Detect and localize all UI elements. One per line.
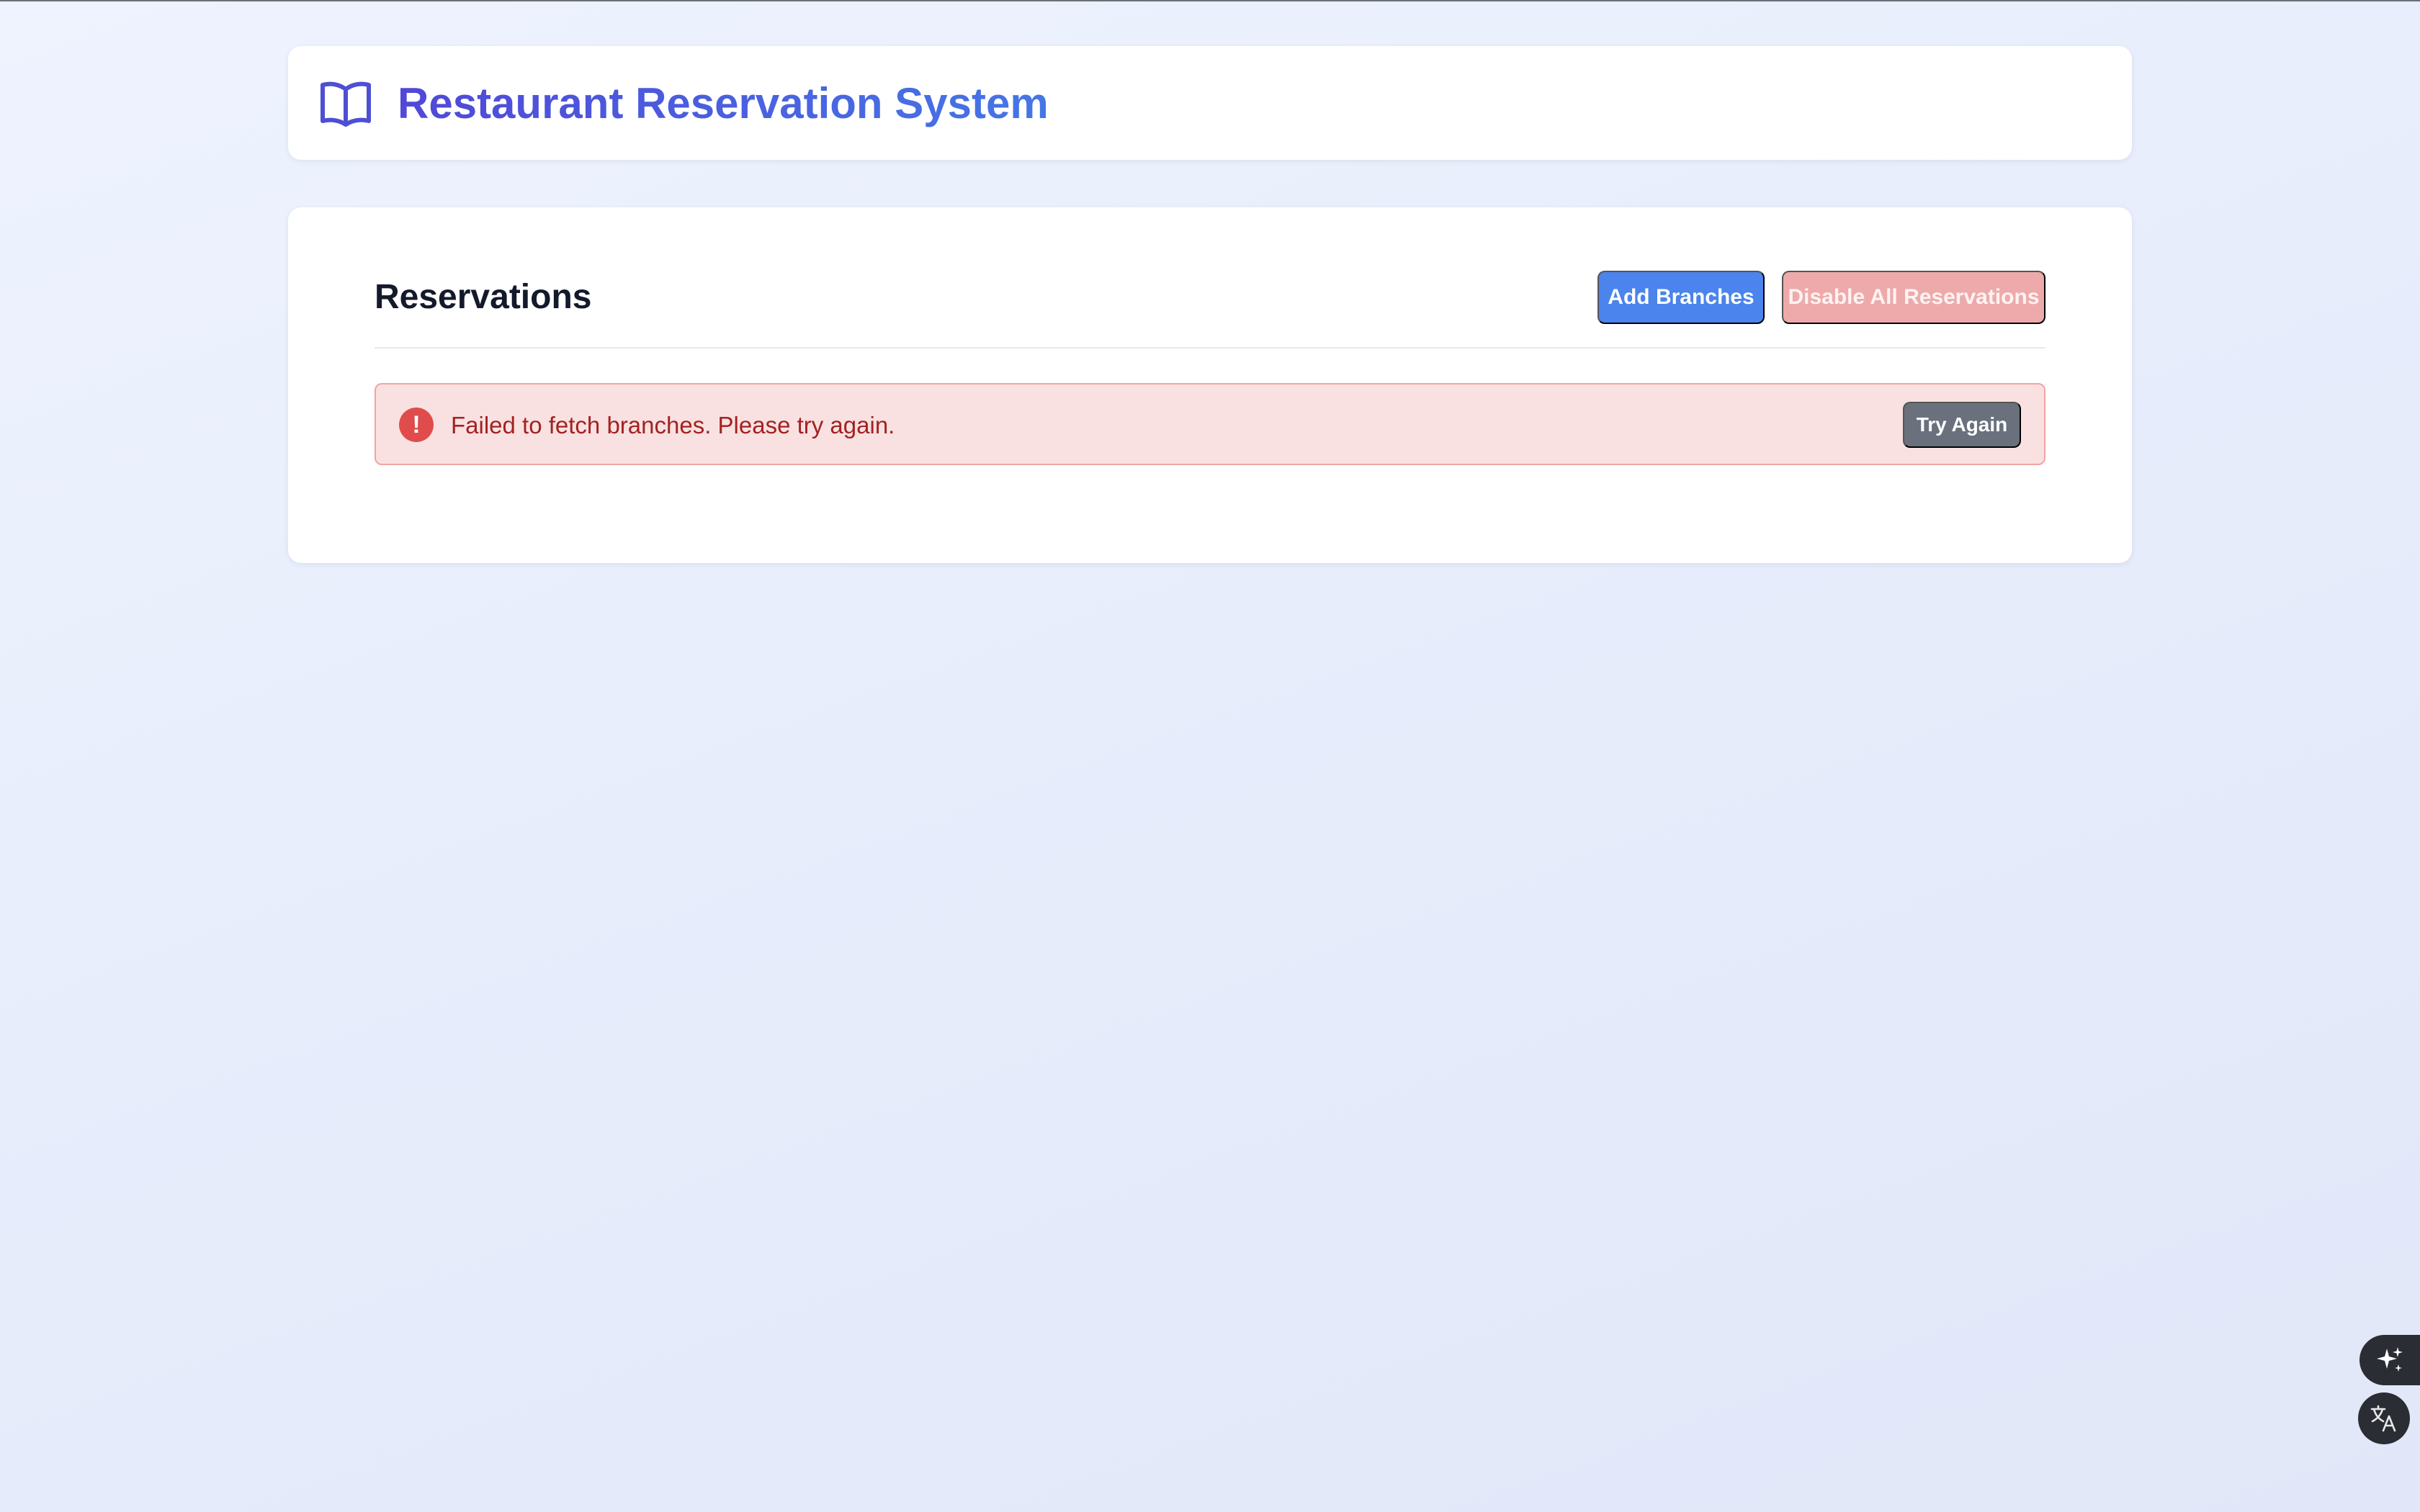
section-divider bbox=[375, 347, 2045, 348]
app-title: Restaurant Reservation System bbox=[398, 75, 1049, 132]
add-branches-button[interactable]: Add Branches bbox=[1597, 271, 1765, 324]
window-top-edge bbox=[0, 0, 2420, 1]
translate-icon bbox=[2370, 1405, 2396, 1432]
reservations-heading: Reservations bbox=[375, 278, 592, 316]
disable-all-reservations-button[interactable]: Disable All Reservations bbox=[1782, 271, 2045, 324]
sparkle-tool-button[interactable] bbox=[2360, 1335, 2420, 1385]
exclamation-circle-icon: ! bbox=[399, 408, 434, 442]
error-message: Failed to fetch branches. Please try aga… bbox=[451, 412, 895, 438]
sparkle-icon bbox=[2377, 1347, 2403, 1372]
book-open-icon bbox=[321, 81, 371, 127]
translate-tool-button[interactable] bbox=[2358, 1392, 2410, 1444]
try-again-button[interactable]: Try Again bbox=[1903, 402, 2021, 448]
